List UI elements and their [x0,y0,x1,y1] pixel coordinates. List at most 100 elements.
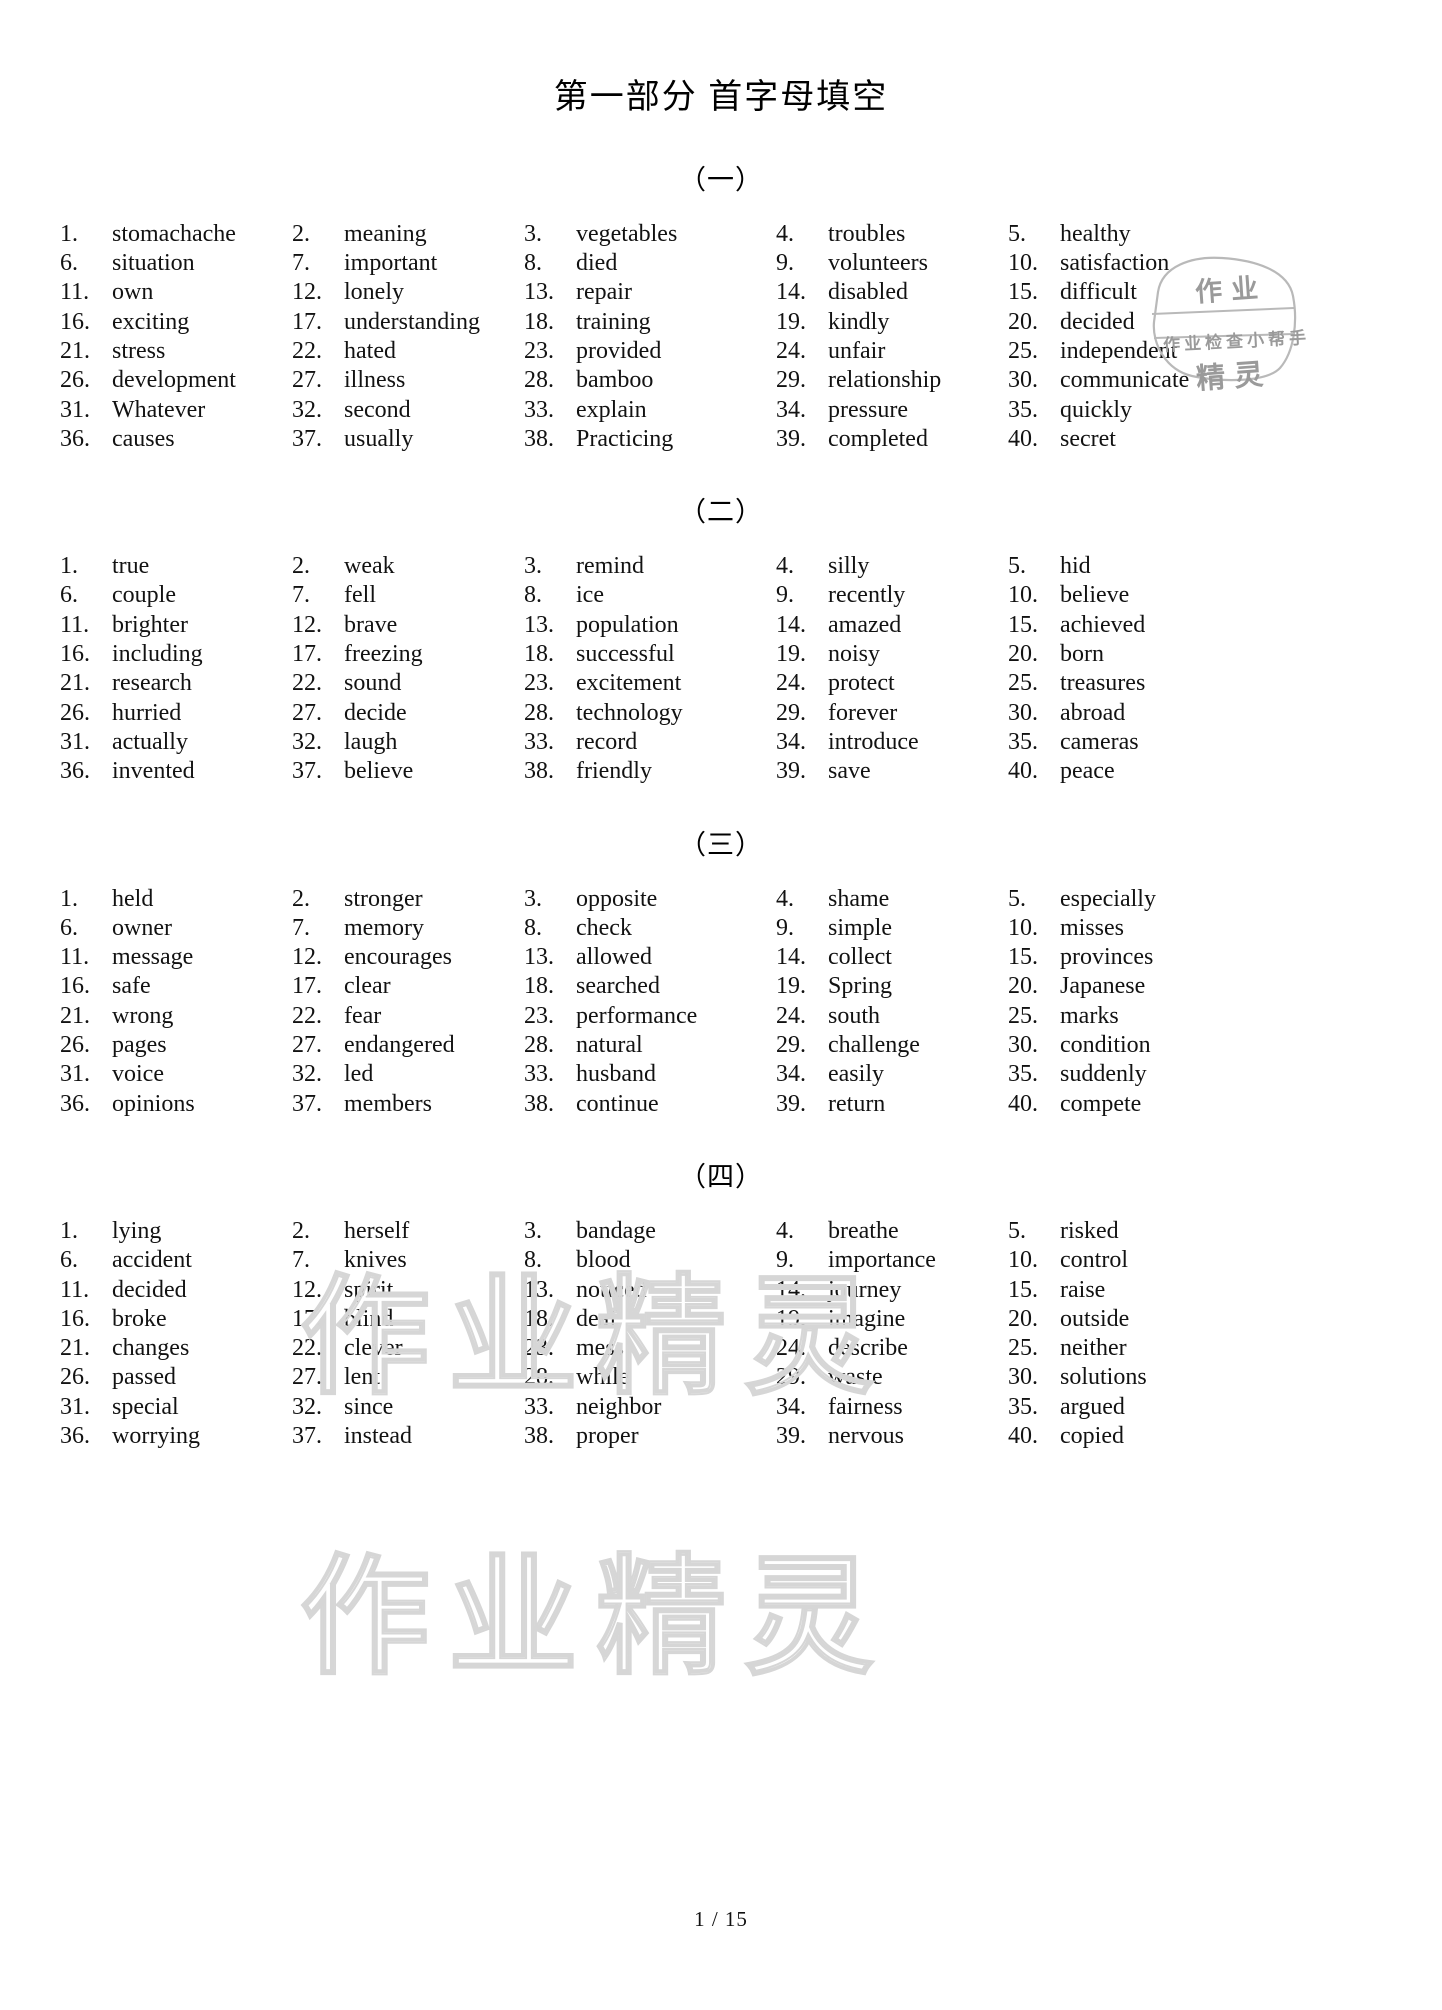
item-number: 3. [524,553,542,580]
item-number: 19. [776,641,806,668]
item-word: laugh [344,728,398,755]
item-word: fairness [828,1393,903,1420]
item-word: describe [828,1335,908,1362]
item-word: abroad [1060,699,1126,726]
item-number: 23. [524,1002,554,1029]
item-number: 35. [1008,396,1038,423]
item-number: 27. [292,367,322,394]
item-word: mess [576,1335,624,1362]
item-word: proper [576,1423,639,1449]
item-number: 9. [776,582,794,609]
item-number: 24. [776,1002,806,1029]
item-word: save [828,758,871,785]
item-word: fear [344,1002,382,1029]
item-word: troubles [828,220,906,247]
item-word: forever [828,699,898,726]
item-word: allowed [576,944,652,971]
item-number: 20. [1008,1305,1038,1332]
item-word: journey [828,1276,902,1303]
item-word: achieved [1060,611,1146,638]
item-word: accident [112,1247,192,1274]
item-word: recently [828,582,906,609]
item-word: continue [576,1090,659,1117]
item-word: completed [828,425,928,452]
item-word: memory [344,914,424,941]
item-number: 36. [60,1090,90,1117]
item-word: lying [112,1217,162,1244]
item-number: 13. [524,1276,554,1303]
item-number: 7. [292,582,310,609]
item-number: 37. [292,1090,322,1117]
item-word: introduce [828,728,919,755]
item-number: 5. [1008,885,1026,912]
item-number: 7. [292,250,310,277]
item-word: own [112,279,154,306]
item-number: 24. [776,337,806,364]
item-number: 9. [776,914,794,941]
item-word: especially [1060,885,1156,912]
item-number: 22. [292,1335,322,1362]
item-number: 27. [292,1364,322,1391]
item-number: 40. [1008,758,1038,785]
item-number: 4. [776,1217,794,1244]
item-number: 39. [776,425,806,452]
item-number: 25. [1008,337,1038,364]
item-word: challenge [828,1032,920,1059]
item-number: 1. [60,1217,78,1244]
item-word: usually [344,425,414,452]
item-word: including [112,641,203,668]
item-word: freezing [344,641,423,668]
item-word: believe [1060,582,1130,609]
item-number: 10. [1008,250,1038,277]
item-word: understanding [344,308,480,335]
item-word: instead [344,1423,412,1449]
item-word: importance [828,1247,936,1274]
section-two-word-grid: 1. true 2. weak 3. remind 4. silly 5. hid 6. couple… [0,526,1442,786]
item-word: cameras [1060,728,1139,755]
item-word: safe [112,973,151,1000]
item-number: 26. [60,367,90,394]
item-word: voice [112,1061,164,1088]
item-word: decide [344,699,407,726]
item-number: 31. [60,1061,90,1088]
item-word: brighter [112,611,188,638]
item-word: searched [576,973,660,1000]
item-number: 24. [776,1335,806,1362]
item-number: 6. [60,914,78,941]
item-number: 33. [524,728,554,755]
item-number: 36. [60,1423,90,1449]
item-word: provided [576,337,662,364]
item-word: performance [576,1002,698,1029]
item-word: stress [112,337,166,364]
item-word: hid [1060,553,1091,580]
item-word: lent [344,1364,380,1391]
item-number: 18. [524,973,554,1000]
item-word: brave [344,611,398,638]
item-word: waste [828,1364,883,1391]
item-number: 8. [524,914,542,941]
item-word: deaf [576,1305,618,1332]
item-number: 8. [524,1247,542,1274]
section-three-label: （三） [679,829,763,860]
item-word: exciting [112,308,190,335]
item-number: 14. [776,944,806,971]
item-word: relationship [828,367,942,394]
item-word: causes [112,425,175,452]
item-number: 1. [60,553,78,580]
item-word: spirit [344,1276,394,1303]
item-word: opposite [576,885,658,912]
item-word: friendly [576,758,652,785]
item-word: knives [344,1247,407,1274]
item-word: pressure [828,396,908,423]
item-word: nervous [828,1423,904,1449]
item-word: shame [828,885,890,912]
item-number: 16. [60,308,90,335]
item-number: 38. [524,1423,554,1449]
item-number: 36. [60,425,90,452]
item-number: 40. [1008,1090,1038,1117]
item-number: 4. [776,553,794,580]
item-word: collect [828,944,892,971]
item-number: 6. [60,582,78,609]
item-number: 5. [1008,1217,1026,1244]
section-one-label: （一） [679,164,763,195]
